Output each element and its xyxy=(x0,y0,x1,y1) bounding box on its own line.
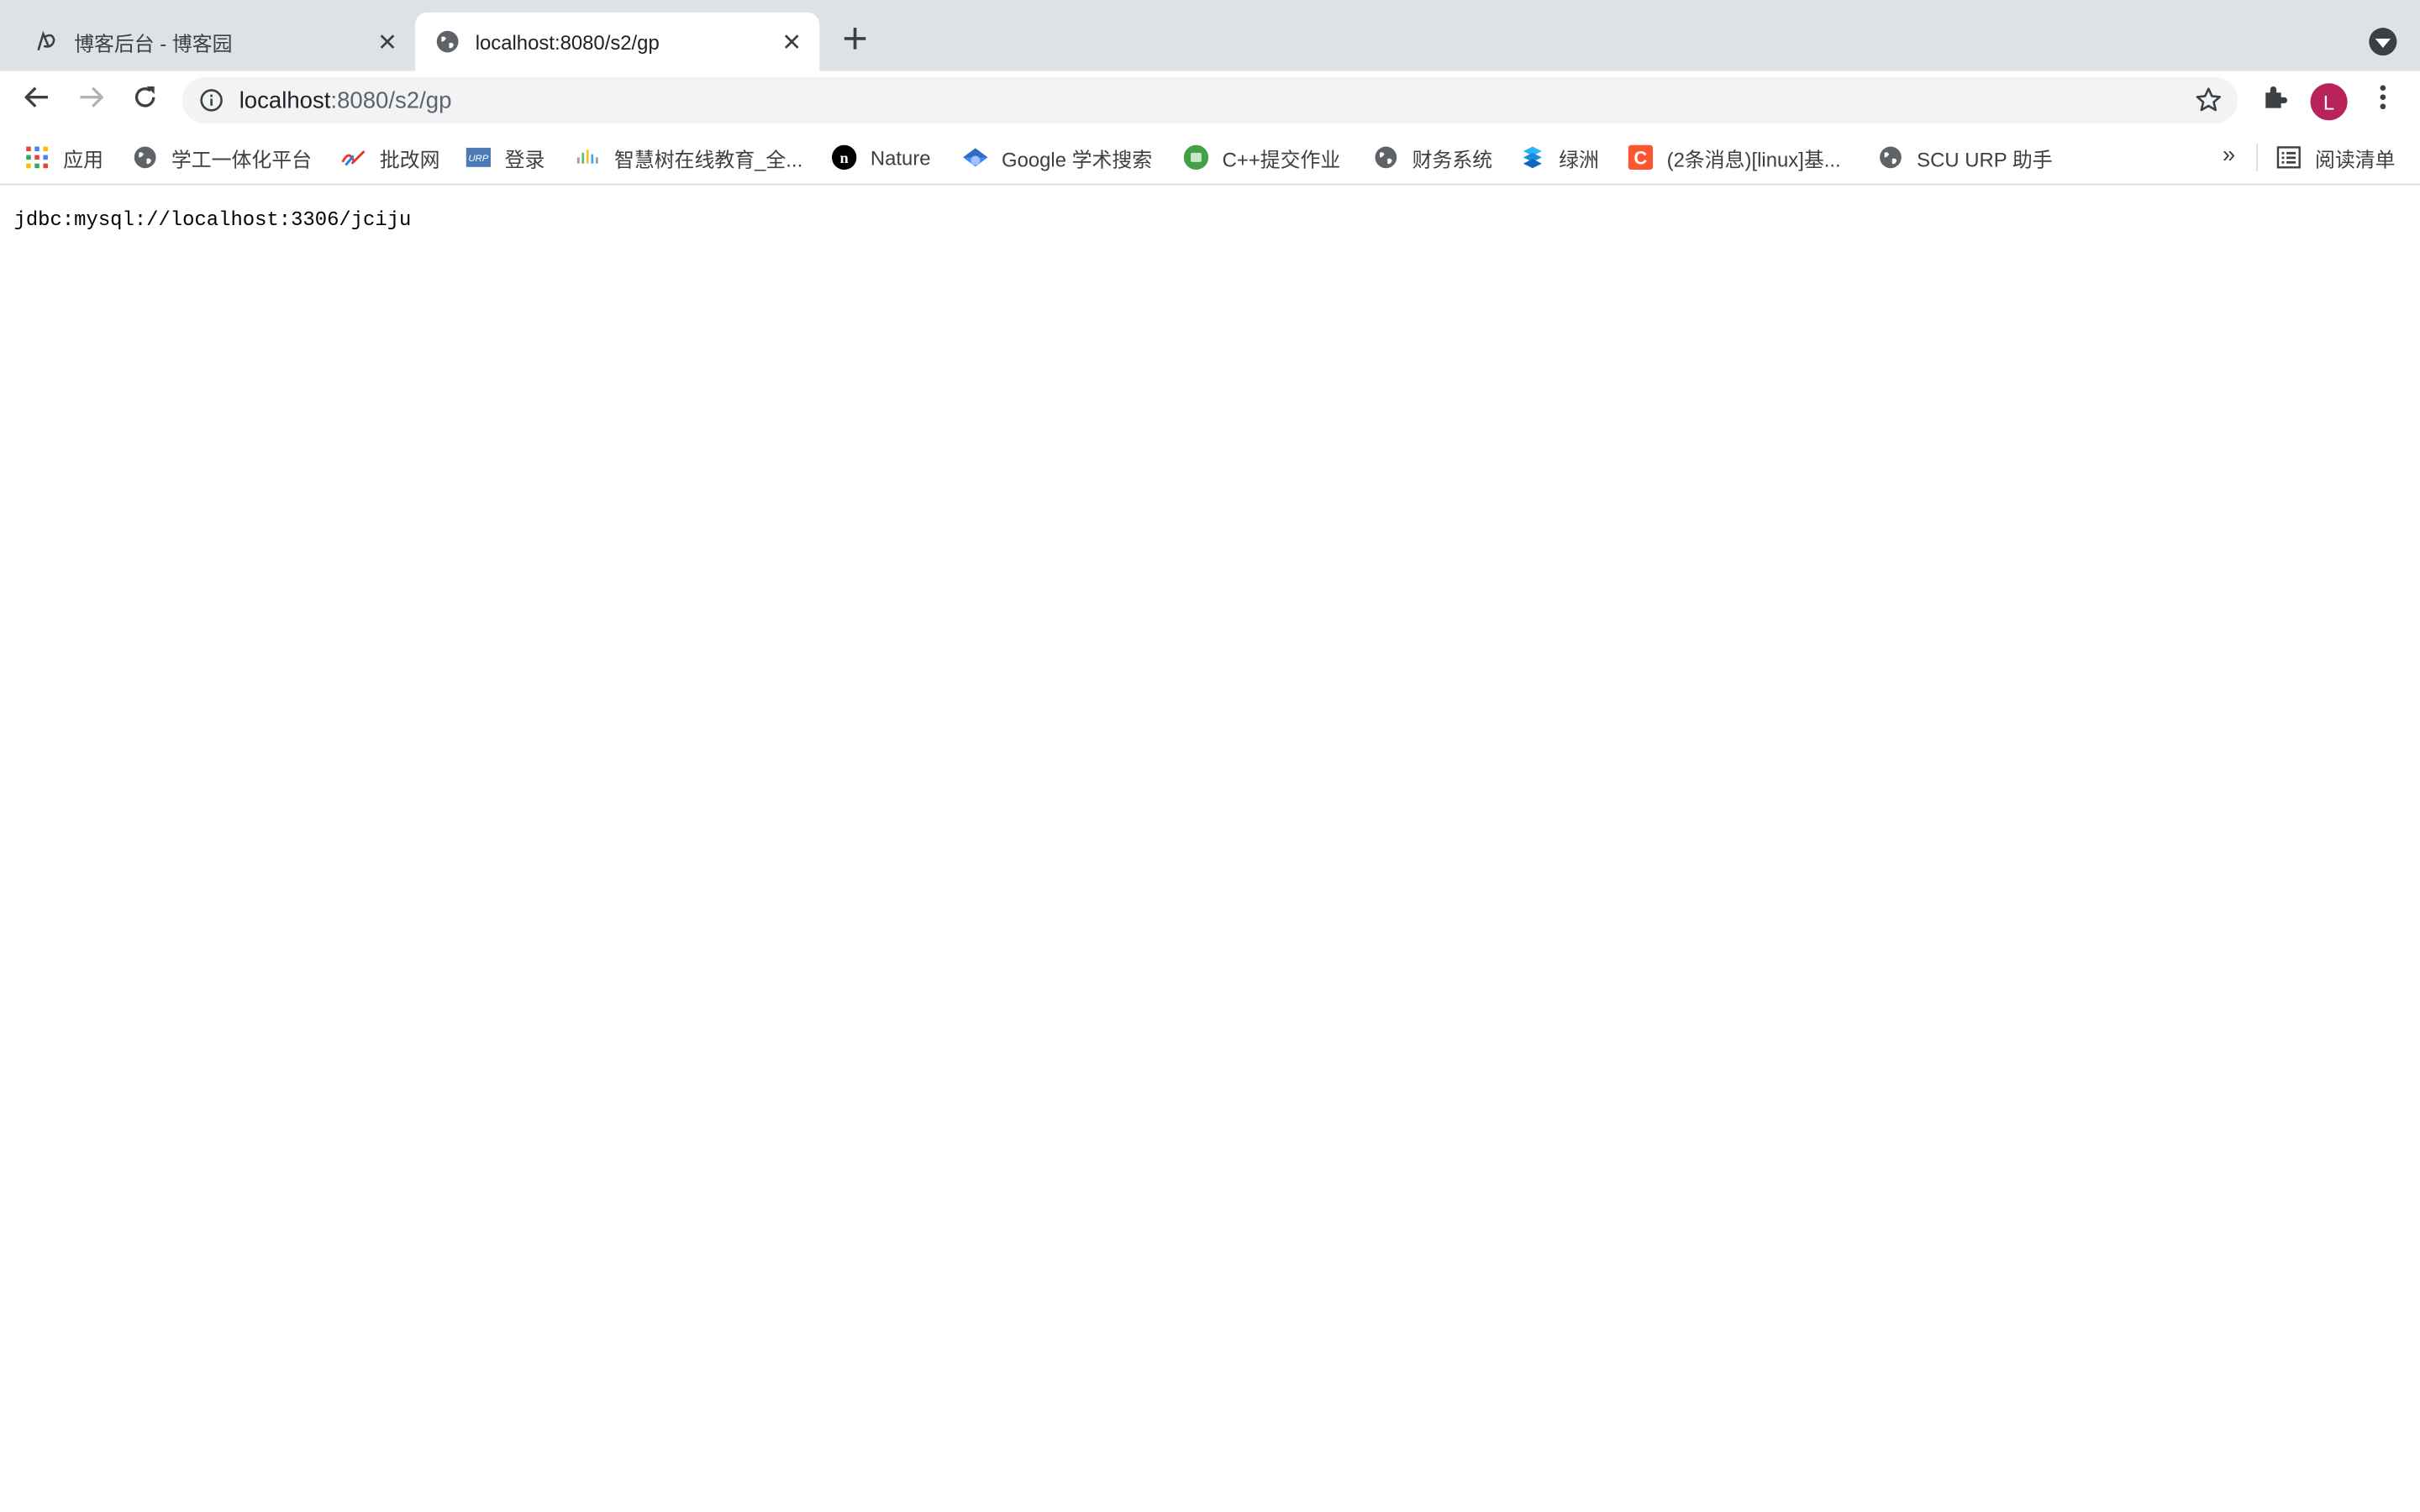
more-vert-icon xyxy=(2380,84,2386,117)
bookmark-label: 财务系统 xyxy=(1412,147,1493,171)
classroom-icon xyxy=(1183,144,1209,171)
page-content: jdbc:mysql://localhost:3306/jciju xyxy=(0,186,2420,1512)
profile-avatar[interactable]: L xyxy=(2310,83,2348,121)
cnblogs-icon xyxy=(34,29,58,54)
tab-localhost[interactable]: localhost:8080/s2/gp xyxy=(415,12,820,71)
bookmark-label: Nature xyxy=(870,145,931,170)
new-tab-button[interactable] xyxy=(835,22,876,62)
tab-strip: 博客后台 - 博客园 localhost:8080/s2/gp xyxy=(0,0,2420,71)
bookmark-login[interactable]: URP 登录 xyxy=(466,144,545,171)
reading-list-button[interactable]: 阅读清单 xyxy=(2276,144,2396,171)
url-text[interactable]: localhost:8080/s2/gp xyxy=(239,87,452,113)
bookmark-label: 登录 xyxy=(504,147,545,171)
globe-icon xyxy=(1374,145,1398,170)
bookmark-label: C++提交作业 xyxy=(1222,147,1341,171)
globe-icon xyxy=(435,29,460,54)
url-path: :8080/s2/gp xyxy=(330,87,452,113)
tab-cnblogs[interactable]: 博客后台 - 博客园 xyxy=(0,13,415,71)
globe-icon xyxy=(133,145,157,170)
reload-icon xyxy=(133,84,157,117)
avatar-initial: L xyxy=(2323,90,2335,113)
reading-list-label: 阅读清单 xyxy=(2315,147,2396,171)
bookmark-label: 绿洲 xyxy=(1559,147,1599,171)
bookmark-label: 应用 xyxy=(63,147,104,171)
nature-icon: n xyxy=(831,144,857,171)
svg-text:URP: URP xyxy=(468,154,488,164)
bookmark-pigai[interactable]: 批改网 xyxy=(341,144,440,171)
info-icon[interactable] xyxy=(199,88,224,113)
bookmark-oasis[interactable]: 绿洲 xyxy=(1520,144,1599,171)
bookmark-cpp-homework[interactable]: C++提交作业 xyxy=(1183,144,1341,171)
tab-title: 博客后台 - 博客园 xyxy=(74,31,233,55)
tab-title: localhost:8080/s2/gp xyxy=(475,29,660,54)
bookmark-finance[interactable]: 财务系统 xyxy=(1374,144,1492,171)
arrow-left-icon xyxy=(24,84,49,117)
close-icon[interactable] xyxy=(780,29,804,54)
menu-button[interactable] xyxy=(2361,79,2404,122)
bookmark-csdn[interactable]: C (2条消息)[linux]基... xyxy=(1628,144,1841,171)
reload-button[interactable] xyxy=(124,79,166,122)
zhihuishu-icon xyxy=(576,145,600,170)
bookmark-google-scholar[interactable]: Google 学术搜索 xyxy=(963,144,1152,171)
bookmark-xuegong[interactable]: 学工一体化平台 xyxy=(133,144,312,171)
bookmark-nature[interactable]: n Nature xyxy=(831,144,931,171)
bookmarks-bar: 应用 学工一体化平台 批改网 URP 登录 智慧树在线教育_全... n Nat… xyxy=(0,129,2420,186)
browser-window: 博客后台 - 博客园 localhost:8080/s2/gp localhos… xyxy=(0,0,2420,1512)
csdn-icon: C xyxy=(1628,144,1654,171)
arrow-right-icon xyxy=(79,84,104,117)
bookmark-label: 智慧树在线教育_全... xyxy=(614,147,803,171)
bookmark-apps[interactable]: 应用 xyxy=(24,144,103,171)
divider xyxy=(2256,143,2259,171)
page-body-text: jdbc:mysql://localhost:3306/jciju xyxy=(13,207,412,232)
toolbar: localhost:8080/s2/gp L xyxy=(0,71,2420,130)
bookmark-label: Google 学术搜索 xyxy=(1002,147,1153,171)
oasis-icon xyxy=(1520,145,1544,170)
globe-icon xyxy=(1878,145,1902,170)
plus-icon xyxy=(844,27,866,56)
bookmark-star-icon[interactable] xyxy=(2195,87,2223,114)
bookmark-scu-urp[interactable]: SCU URP 助手 xyxy=(1878,144,2053,171)
bookmark-zhihuishu[interactable]: 智慧树在线教育_全... xyxy=(576,144,802,171)
extensions-button[interactable] xyxy=(2254,79,2296,122)
forward-button[interactable] xyxy=(70,79,113,122)
google-scholar-icon xyxy=(963,145,988,170)
back-button[interactable] xyxy=(15,79,58,122)
chevron-down-icon xyxy=(2375,28,2391,55)
bookmark-label: (2条消息)[linux]基... xyxy=(1666,147,1841,171)
bookmark-label: SCU URP 助手 xyxy=(1917,147,2053,171)
bookmark-label: 学工一体化平台 xyxy=(171,147,313,171)
svg-text:C: C xyxy=(1634,148,1647,169)
url-host: localhost xyxy=(239,87,331,113)
reading-list-icon xyxy=(2276,145,2301,170)
apps-grid-icon xyxy=(24,145,49,170)
pigai-icon xyxy=(341,145,366,170)
bookmarks-overflow-button[interactable]: » xyxy=(2223,142,2235,168)
svg-text:n: n xyxy=(840,150,849,166)
puzzle-icon xyxy=(2261,82,2289,118)
address-bar[interactable]: localhost:8080/s2/gp xyxy=(182,76,2238,123)
close-icon[interactable] xyxy=(375,29,399,54)
tab-search-button[interactable] xyxy=(2369,28,2397,56)
urp-icon: URP xyxy=(466,145,492,170)
bookmark-label: 批改网 xyxy=(379,147,440,171)
